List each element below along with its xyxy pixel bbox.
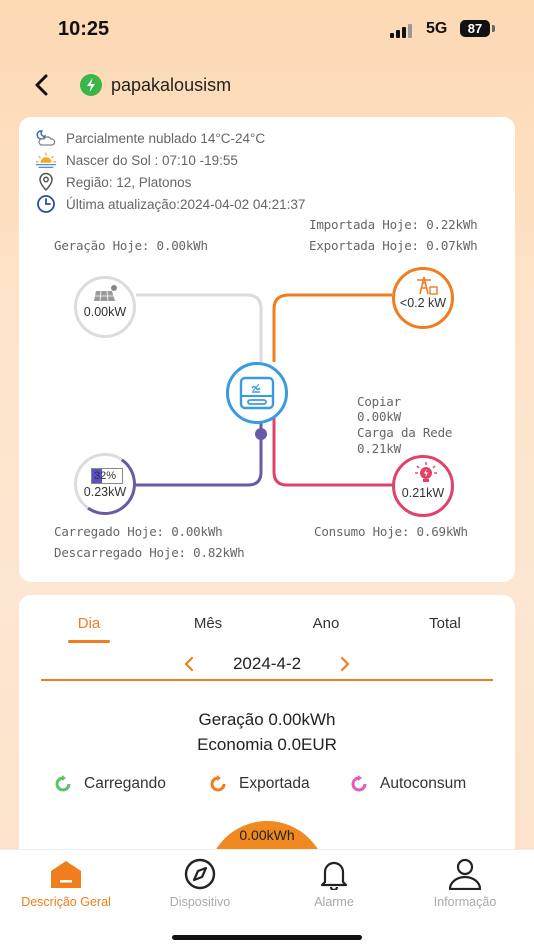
imported-today: Importada Hoje: 0.22kWh bbox=[309, 217, 478, 232]
energy-flow-card: Parcialmente nublado 14°C-24°C Nascer do… bbox=[19, 117, 515, 582]
battery-soc-badge: 32% bbox=[91, 468, 123, 484]
solar-power: 0.00kW bbox=[83, 305, 127, 319]
load-node[interactable]: 0.21kW bbox=[392, 455, 454, 517]
tab-total[interactable]: Total bbox=[405, 615, 485, 632]
solar-panel-icon bbox=[94, 285, 117, 302]
legend-charging-label: Carregando bbox=[84, 775, 166, 792]
charged-today: Carregado Hoje: 0.00kWh bbox=[54, 524, 223, 539]
copy-label: Copiar bbox=[357, 394, 401, 409]
nav-info-label: Informação bbox=[433, 895, 497, 909]
chevron-right-icon bbox=[340, 656, 350, 672]
lightbulb-icon bbox=[415, 462, 437, 482]
signal-icon bbox=[390, 22, 416, 38]
chart-value: 0.00kWh bbox=[239, 827, 295, 843]
tab-year[interactable]: Ano bbox=[286, 615, 366, 632]
battery-node[interactable]: 32% 0.23kW bbox=[69, 448, 141, 520]
legend-charging-icon bbox=[55, 775, 71, 792]
legend-selfconsumption[interactable]: Autoconsum bbox=[350, 775, 466, 793]
back-button[interactable] bbox=[28, 70, 58, 100]
battery-soc: 32% bbox=[94, 470, 117, 482]
battery-icon: 87 bbox=[460, 20, 490, 37]
network-type: 5G bbox=[426, 20, 448, 37]
tab-month[interactable]: Mês bbox=[168, 615, 248, 632]
user-icon bbox=[447, 858, 483, 891]
nav-alarm[interactable]: Alarme bbox=[274, 858, 394, 909]
station-name: papakalousism bbox=[111, 75, 232, 95]
tab-underline bbox=[68, 640, 110, 643]
legend-exported-label: Exportada bbox=[239, 775, 310, 792]
discharged-today: Descarregado Hoje: 0.82kWh bbox=[54, 545, 245, 560]
home-indicator bbox=[172, 935, 362, 940]
exported-today: Exportada Hoje: 0.07kWh bbox=[309, 238, 478, 253]
legend-exported[interactable]: Exportada bbox=[209, 775, 310, 793]
period-tabs: Dia Mês Ano Total bbox=[19, 615, 515, 645]
nav-device-label: Dispositivo bbox=[169, 895, 231, 909]
date-divider bbox=[41, 679, 493, 681]
savings-summary: Economia 0.0EUR bbox=[197, 735, 337, 754]
bell-icon bbox=[316, 858, 352, 892]
header: papakalousism bbox=[0, 62, 534, 108]
generation-today: Geração Hoje: 0.00kWh bbox=[54, 238, 208, 253]
compass-icon bbox=[182, 858, 218, 890]
next-date-button[interactable] bbox=[335, 653, 355, 675]
current-date[interactable]: 2024-4-2 bbox=[19, 654, 515, 674]
generation-summary: Geração 0.00kWh bbox=[198, 710, 336, 729]
legend-exported-icon bbox=[210, 775, 226, 792]
grid-load-label: Carga da Rede bbox=[357, 425, 453, 440]
date-selector: 2024-4-2 bbox=[19, 651, 515, 679]
solar-node[interactable]: 0.00kW bbox=[74, 276, 136, 338]
chevron-left-icon bbox=[35, 74, 48, 96]
grid-load-value: 0.21kW bbox=[357, 441, 401, 456]
legend-selfconsumption-icon bbox=[351, 775, 367, 792]
nav-overview[interactable]: Descrição Geral bbox=[6, 858, 126, 909]
nav-info[interactable]: Informação bbox=[405, 858, 525, 909]
consumption-today: Consumo Hoje: 0.69kWh bbox=[314, 524, 468, 539]
tab-day[interactable]: Dia bbox=[49, 615, 129, 632]
battery-power: 0.23kW bbox=[83, 485, 127, 499]
battery-tip bbox=[492, 25, 495, 32]
power-tower-icon bbox=[417, 276, 438, 295]
status-time: 10:25 bbox=[58, 18, 110, 40]
grid-power: <0.2 kW bbox=[399, 296, 447, 310]
status-bar: 10:25 5G 87 bbox=[0, 0, 534, 58]
inverter-node[interactable] bbox=[226, 362, 288, 424]
nav-overview-label: Descrição Geral bbox=[21, 895, 111, 909]
grid-node[interactable]: <0.2 kW bbox=[392, 267, 454, 329]
inverter-icon bbox=[239, 376, 275, 410]
nav-device[interactable]: Dispositivo bbox=[140, 858, 260, 909]
legend-selfconsumption-label: Autoconsum bbox=[380, 775, 467, 792]
copy-value: 0.00kW bbox=[357, 409, 401, 424]
lightning-icon bbox=[80, 74, 102, 96]
load-power: 0.21kW bbox=[401, 486, 445, 500]
statistics-card: Dia Mês Ano Total 2024-4-2 Geração 0.00k… bbox=[19, 595, 515, 865]
home-icon bbox=[48, 858, 84, 890]
legend-charging[interactable]: Carregando bbox=[54, 775, 166, 793]
nav-alarm-label: Alarme bbox=[314, 895, 354, 909]
